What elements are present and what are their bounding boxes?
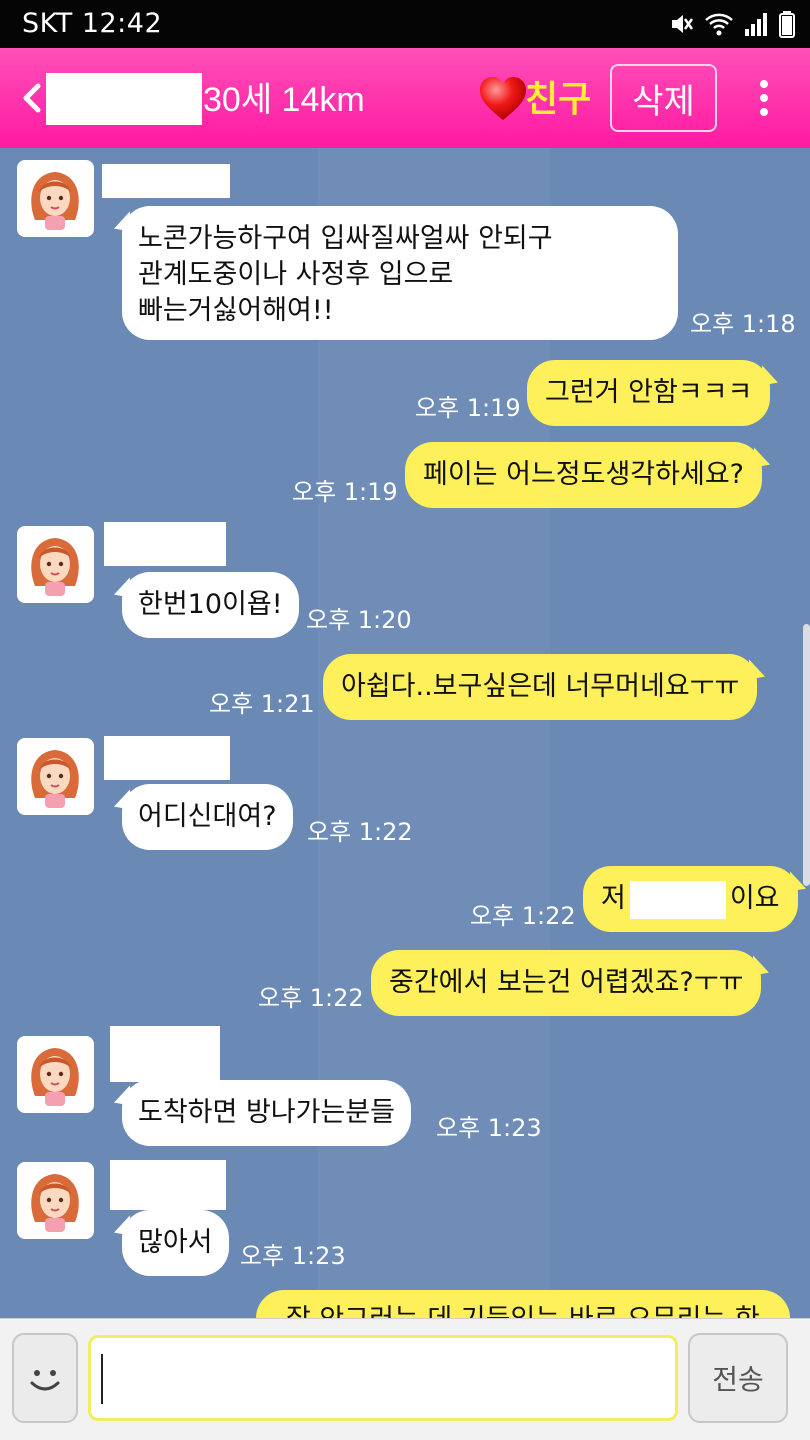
avatar[interactable]	[17, 738, 94, 815]
more-icon[interactable]	[754, 78, 774, 118]
status-bar: SKT 12:42	[0, 0, 810, 48]
message-time: 오후 1:21	[209, 690, 315, 718]
redacted-username	[46, 73, 202, 125]
text-cursor	[101, 1354, 103, 1404]
friend-label[interactable]: 친구	[525, 70, 591, 122]
emoji-button[interactable]	[12, 1333, 78, 1423]
heart-icon[interactable]	[478, 76, 528, 122]
emoji-icon	[30, 1370, 60, 1391]
wifi-icon	[705, 13, 733, 36]
back-icon[interactable]	[18, 76, 46, 120]
delete-button[interactable]: 삭제	[610, 64, 717, 132]
redacted-sender-name	[110, 1026, 220, 1082]
avatar-icon	[31, 750, 79, 808]
signal-icon	[745, 13, 767, 36]
input-bar: 전송	[0, 1318, 810, 1440]
redacted-sender-name	[110, 1160, 226, 1210]
message-bubble: 도착하면 방나가는분들	[122, 1080, 411, 1146]
message-bubble: 저 이요	[583, 866, 798, 932]
message-bubble: 중간에서 보는건 어렵겠죠?ㅜㅠ	[371, 950, 762, 1016]
message-bubble: 많아서	[122, 1210, 229, 1276]
redacted-sender-name	[104, 522, 226, 566]
mute-icon	[672, 15, 694, 33]
avatar[interactable]	[17, 526, 94, 603]
message-time: 오후 1:23	[436, 1114, 542, 1142]
scrollbar[interactable]	[803, 624, 810, 886]
message-bubble: 잘 안그러는 데 기둥있는 바로 오무리는 한	[256, 1290, 790, 1318]
message-text: 저	[601, 883, 626, 914]
message-bubble: 노콘가능하구여 입싸질싸얼싸 안되구 관계도중이나 사정후 입으로 빠는거싫어해…	[122, 206, 678, 340]
message-time: 오후 1:20	[306, 606, 412, 634]
chat-area[interactable]: 노콘가능하구여 입싸질싸얼싸 안되구 관계도중이나 사정후 입으로 빠는거싫어해…	[0, 148, 810, 1318]
avatar[interactable]	[17, 160, 94, 237]
redacted-sender-name	[104, 736, 230, 780]
message-input[interactable]	[88, 1335, 678, 1421]
message-time: 오후 1:22	[470, 902, 576, 930]
message-bubble: 아쉽다..보구싶은데 너무머네요ㅜㅠ	[323, 654, 758, 720]
battery-icon	[779, 11, 795, 38]
message-time: 오후 1:19	[292, 478, 398, 506]
status-carrier-time: SKT 12:42	[22, 8, 163, 39]
avatar[interactable]	[17, 1036, 94, 1113]
avatar[interactable]	[17, 1162, 94, 1239]
avatar-icon	[31, 172, 79, 230]
send-button[interactable]: 전송	[688, 1333, 788, 1423]
message-time: 오후 1:22	[258, 984, 364, 1012]
message-time: 오후 1:23	[240, 1242, 346, 1270]
message-bubble: 한번10이욥!	[122, 572, 299, 638]
avatar-icon	[31, 538, 79, 596]
redacted-location	[629, 880, 726, 919]
redacted-sender-name	[102, 164, 230, 198]
message-bubble: 그런거 안함ㅋㅋㅋ	[527, 360, 771, 426]
profile-info: 30세 14km	[203, 81, 365, 119]
chat-header: 30세 14km 친구 삭제	[0, 48, 810, 148]
message-time: 오후 1:18	[690, 310, 796, 338]
message-text: 이요	[729, 883, 780, 914]
message-bubble: 어디신대여?	[122, 784, 293, 850]
message-time: 오후 1:22	[307, 818, 413, 846]
message-time: 오후 1:19	[415, 394, 521, 422]
avatar-icon	[31, 1048, 79, 1106]
avatar-icon	[31, 1174, 79, 1232]
message-bubble: 페이는 어느정도생각하세요?	[405, 442, 762, 508]
